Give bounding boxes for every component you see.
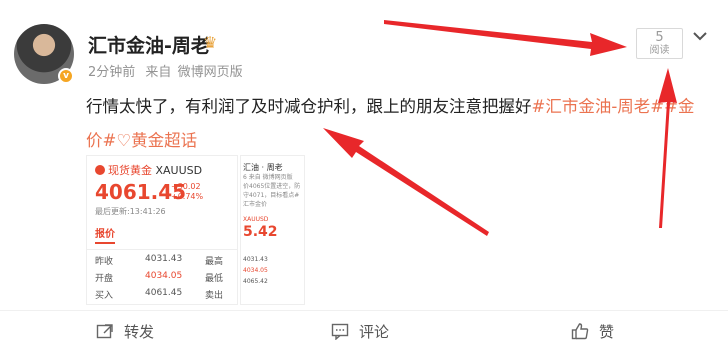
comment-icon	[331, 323, 349, 340]
quote-change: +30.02	[171, 182, 201, 191]
weibo-post-card: v 汇市金油-周老 ♛ 2分钟前 来自 微博网页版 5 阅读 行情太快了，有利润…	[0, 0, 728, 361]
quote-change-pct: +0.74%	[171, 192, 204, 201]
post-time[interactable]: 2分钟前	[88, 65, 135, 80]
supertopic-link[interactable]: 黄金超话	[131, 131, 197, 150]
thumb2-row: 4031.43	[243, 256, 268, 263]
divider	[0, 310, 728, 311]
quote-row: 买入 4061.45 卖出	[95, 288, 224, 301]
like-button[interactable]: 赞	[571, 320, 614, 342]
supertopic-icon: ♡	[116, 131, 132, 150]
repost-label: 转发	[124, 322, 155, 341]
market-name: 现货黄金	[108, 164, 152, 177]
hashtag-author[interactable]: #汇市金油-周老#	[532, 97, 665, 116]
image-thumbnail-2[interactable]: 汇油 · 周老 6 来自 微博网页版 价4065位置进空，防守4071，目标看点…	[240, 155, 305, 305]
quote-row: 开盘 4034.05 最低	[95, 271, 224, 284]
source-prefix: 来自	[145, 65, 172, 80]
thumb2-row: 4065.42	[243, 278, 268, 285]
market-symbol: XAUUSD	[155, 164, 203, 177]
annotation-arrow-1	[384, 20, 627, 56]
repost-icon	[96, 324, 113, 339]
post-body: 行情太快了，有利润了及时减仓护利，跟上的朋友注意把握好	[86, 97, 532, 116]
author-name[interactable]: 汇市金油-周老	[88, 31, 210, 58]
thumbs-up-icon	[571, 323, 589, 340]
read-label: 阅读	[649, 45, 670, 56]
post-source[interactable]: 微博网页版	[178, 65, 243, 80]
thumb2-row: 4034.05	[243, 267, 268, 274]
thumb2-author: 汇油 · 周老	[243, 163, 283, 172]
repost-button[interactable]: 转发	[96, 320, 154, 342]
thumb2-price: 5.42	[243, 224, 278, 240]
like-label: 赞	[599, 322, 615, 341]
comment-label: 评论	[359, 322, 390, 341]
thumb2-time: 6 来自 微博网页版	[243, 174, 293, 181]
quote-updated: 最后更新:13:41:26	[95, 207, 166, 216]
read-count-box: 5 阅读	[636, 28, 683, 59]
image-thumbnail-1[interactable]: 现货黄金 XAUUSD 4061.45 +30.02 +0.74% 最后更新:13…	[86, 155, 238, 305]
quote-tab: 报价	[95, 225, 115, 244]
crown-icon: ♛	[203, 33, 218, 52]
quote-row: 昨收 4031.43 最高	[95, 254, 224, 267]
chevron-down-icon[interactable]	[690, 26, 710, 46]
post-meta: 2分钟前 来自 微博网页版	[88, 61, 249, 80]
market-icon	[95, 165, 105, 175]
thumb2-text: 价4065位置进空，防守4071，目标看点#汇市金价	[243, 183, 301, 208]
post-text: 行情太快了，有利润了及时减仓护利，跟上的朋友注意把握好#汇市金油-周老##金价#…	[86, 90, 706, 158]
verified-badge: v	[58, 68, 74, 84]
read-count: 5	[655, 30, 664, 45]
comment-button[interactable]: 评论	[331, 320, 389, 342]
thumb2-symbol: XAUUSD	[243, 216, 269, 223]
